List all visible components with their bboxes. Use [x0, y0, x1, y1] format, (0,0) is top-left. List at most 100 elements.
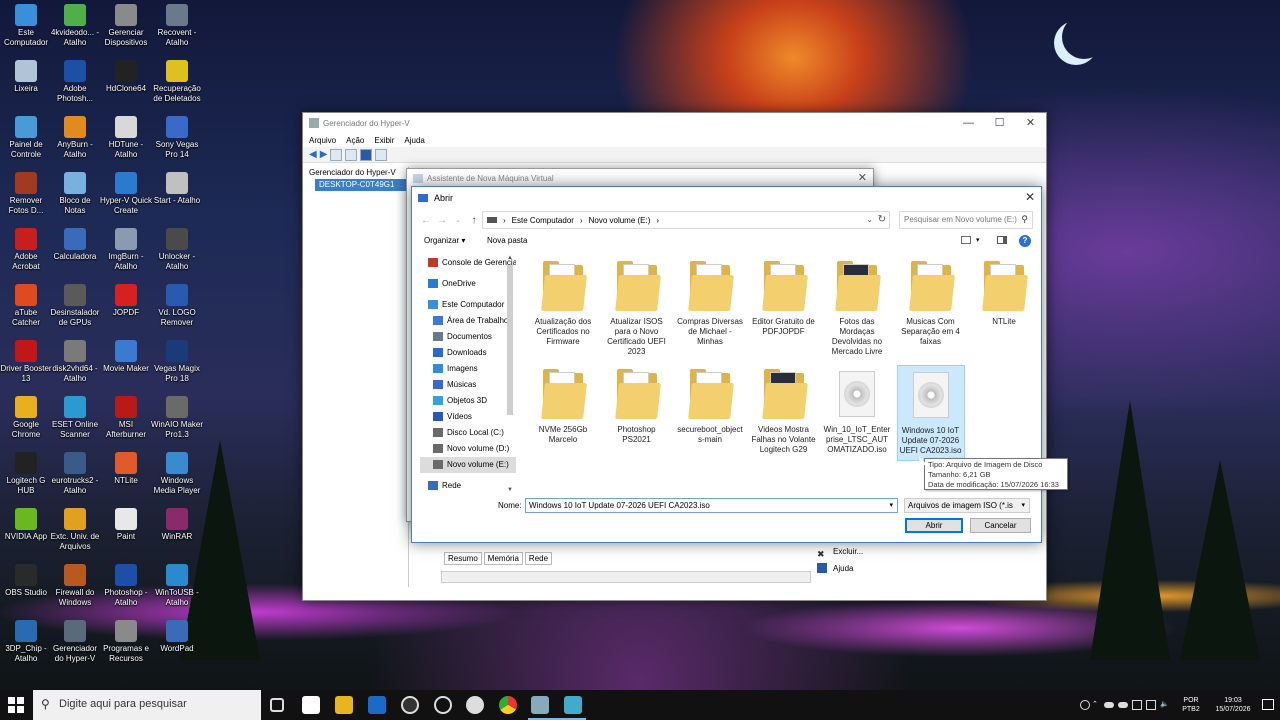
desktop-shortcut[interactable]: Sony Vegas Pro 14 [151, 112, 203, 160]
tab-resumo[interactable]: Resumo [444, 552, 482, 565]
obs-icon[interactable] [401, 696, 419, 714]
chevron-right-icon[interactable]: › [580, 216, 583, 225]
cancel-button[interactable]: Cancelar [970, 518, 1031, 533]
folder-item[interactable]: secureboot_objects-main [676, 365, 744, 461]
close-icon[interactable]: ✕ [858, 171, 867, 184]
nav-item[interactable]: Área de Trabalho [420, 313, 516, 329]
forward-arrow-icon[interactable]: ▶ [320, 149, 328, 160]
nav-item[interactable]: Músicas [420, 377, 516, 393]
close-icon[interactable]: ✕ [1015, 113, 1046, 133]
chevron-right-icon[interactable]: › [503, 216, 506, 225]
desktop-shortcut[interactable]: Vegas Magix Pro 18 [151, 336, 203, 384]
chevron-down-icon[interactable]: ▾ [976, 236, 980, 244]
iso-file-item[interactable]: Win_10_IoT_Enterprise_LTSC_AUTOMATIZADO.… [823, 365, 891, 461]
tab-memoria[interactable]: Memória [483, 552, 523, 565]
display-icon[interactable] [1132, 700, 1142, 710]
action-ajuda[interactable]: Ajuda [811, 560, 1046, 577]
address-bar[interactable]: › Este Computador › Novo volume (E:) › ⌄… [482, 211, 890, 229]
desktop-shortcut[interactable]: 3DP_Chip - Atalho [0, 616, 52, 664]
nav-item[interactable]: Novo volume (E:) [420, 457, 516, 473]
clock-app-icon[interactable] [434, 696, 452, 714]
filename-input[interactable]: Windows 10 IoT Update 07-2026 UEFI CA202… [525, 498, 898, 513]
scroll-down-icon[interactable]: ▼ [505, 487, 515, 493]
chevron-down-icon[interactable]: ▾ [889, 501, 893, 509]
desktop-shortcut[interactable]: Driver Booster 13 [0, 336, 52, 384]
desktop-shortcut[interactable]: WinToUSB - Atalho [151, 560, 203, 608]
menu-item[interactable]: Ajuda [404, 136, 424, 145]
back-arrow-icon[interactable]: ◀ [309, 149, 317, 160]
preview-pane-icon[interactable] [997, 236, 1007, 244]
filetype-select[interactable]: Arquivos de imagem ISO (*.is ▾ [904, 498, 1030, 513]
folder-item[interactable]: Atualizar ISOS para o Novo Certificado U… [603, 257, 671, 357]
task-view-icon[interactable] [270, 698, 284, 712]
forward-arrow-icon[interactable]: → [434, 215, 450, 226]
nav-item[interactable]: Novo volume (D:) [420, 441, 516, 457]
desktop-shortcut[interactable]: HDTune - Atalho [100, 112, 152, 160]
desktop-shortcut[interactable]: Remover Fotos D... [0, 168, 52, 216]
desktop-shortcut[interactable]: ESET Online Scanner [49, 392, 101, 440]
desktop-shortcut[interactable]: Movie Maker [100, 336, 152, 374]
nav-item[interactable]: Downloads [420, 345, 516, 361]
desktop-shortcut[interactable]: Programas e Recursos [100, 616, 152, 664]
desktop-shortcut[interactable]: WinRAR [151, 504, 203, 542]
desktop-shortcut[interactable]: Extc. Univ. de Arquivos [49, 504, 101, 552]
desktop-shortcut[interactable]: 4kvideodo... - Atalho [49, 0, 101, 48]
navigation-scrollbar[interactable]: ▲ ▼ [505, 255, 515, 493]
breadcrumb-item[interactable]: Novo volume (E:) [589, 216, 651, 225]
network-icon[interactable] [1146, 700, 1156, 710]
nav-item[interactable]: Rede [420, 478, 516, 494]
show-hide-tree-icon[interactable] [345, 148, 358, 161]
desktop-shortcut[interactable]: HdClone64 [100, 56, 152, 94]
refresh-icon[interactable]: ↻ [878, 214, 886, 225]
back-arrow-icon[interactable]: ← [418, 215, 434, 226]
tree-item-hyperv[interactable]: Gerenciador do Hyper-V [305, 167, 408, 179]
recent-chevron-icon[interactable]: ⌄ [450, 216, 466, 224]
chevron-down-icon[interactable]: ▾ [1021, 501, 1025, 509]
desktop-shortcut[interactable]: Start - Atalho [151, 168, 203, 206]
outlook-icon[interactable] [368, 696, 386, 714]
help-icon[interactable]: ? [1019, 235, 1031, 247]
folder-item[interactable]: Atualização dos Certificados no Firmware [529, 257, 597, 347]
clock[interactable]: 19:03 15/07/2026 [1208, 696, 1258, 714]
desktop-shortcut[interactable]: Gerenciador do Hyper-V [49, 616, 101, 664]
desktop-shortcut[interactable]: Este Computador [0, 0, 52, 48]
nav-item[interactable]: Este Computador [420, 297, 516, 313]
desktop-shortcut[interactable]: Vd. LOGO Remover [151, 280, 203, 328]
horizontal-scrollbar[interactable] [441, 571, 811, 583]
folder-item[interactable]: Photoshop PS2021 [603, 365, 671, 461]
desktop-shortcut[interactable]: Recuperação de Deletados [151, 56, 203, 104]
new-folder-button[interactable]: Nova pasta [487, 236, 527, 245]
desktop-shortcut[interactable]: Lixeira [0, 56, 52, 94]
desktop-shortcut[interactable]: JOPDF [100, 280, 152, 318]
desktop-shortcut[interactable]: eurotrucks2 - Atalho [49, 448, 101, 496]
folder-item[interactable]: NVMe 256Gb Marcelo [529, 365, 597, 461]
folder-up-icon[interactable] [330, 148, 343, 161]
desktop-shortcut[interactable]: Recovent - Atalho [151, 0, 203, 48]
desktop-shortcut[interactable]: Windows Media Player [151, 448, 203, 496]
tab-rede[interactable]: Rede [524, 552, 553, 565]
volume-icon[interactable]: 🔈 [1160, 700, 1170, 710]
desktop-shortcut[interactable]: Firewall do Windows [49, 560, 101, 608]
desktop-shortcut[interactable]: ImgBurn - Atalho [100, 224, 152, 272]
desktop-shortcut[interactable]: Photoshop - Atalho [100, 560, 152, 608]
desktop-shortcut[interactable]: NVIDIA App [0, 504, 52, 542]
chevron-down-icon[interactable]: ⌄ [866, 215, 873, 224]
desktop-shortcut[interactable]: WordPad [151, 616, 203, 654]
notifications-icon[interactable] [1262, 699, 1274, 710]
search-input[interactable]: Pesquisar em Novo volume (E:) ⚲ [899, 211, 1033, 229]
media-icon[interactable] [466, 696, 484, 714]
taskbar-search-input[interactable]: ⚲ Digite aqui para pesquisar [33, 690, 261, 720]
up-arrow-icon[interactable]: ↑ [466, 215, 482, 226]
breadcrumb-item[interactable]: Este Computador [512, 216, 574, 225]
desktop-shortcut[interactable]: Calculadora [49, 224, 101, 262]
cloud-icon[interactable] [1104, 702, 1114, 708]
desktop-shortcut[interactable]: WinAIO Maker Pro1.3 [151, 392, 203, 440]
close-icon[interactable]: ✕ [1025, 190, 1035, 204]
desktop-shortcut[interactable]: Adobe Photosh... [49, 56, 101, 104]
change-view-icon[interactable] [961, 236, 971, 244]
desktop-shortcut[interactable]: Google Chrome [0, 392, 52, 440]
desktop-shortcut[interactable]: aTube Catcher [0, 280, 52, 328]
help-icon[interactable] [360, 148, 373, 161]
folder-item[interactable]: Editor Gratuito de PDFJOPDF [750, 257, 818, 337]
open-button[interactable]: Abrir [905, 518, 963, 533]
